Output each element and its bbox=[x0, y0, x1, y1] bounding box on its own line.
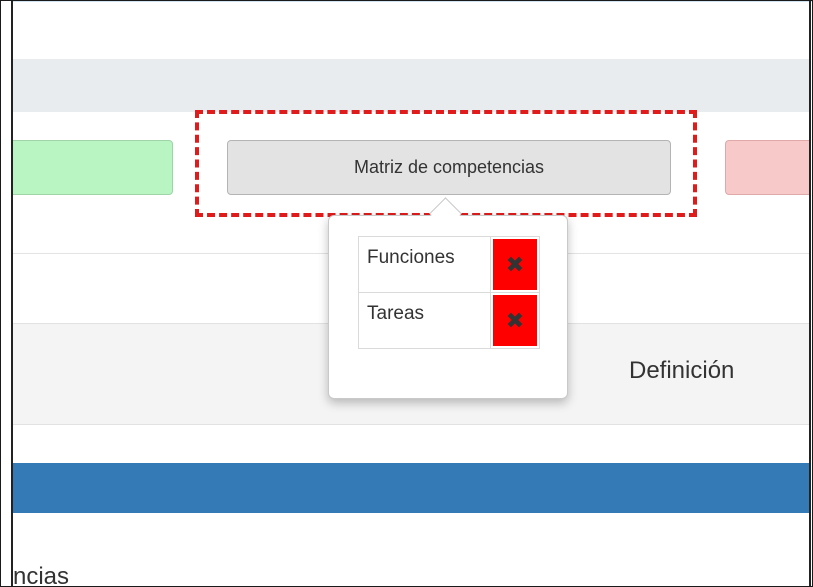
green-action-button[interactable] bbox=[13, 140, 173, 195]
delete-cell: ✖ bbox=[490, 292, 540, 349]
definicion-column-header: Definición bbox=[629, 357, 735, 384]
right-border-line bbox=[809, 1, 811, 586]
list-item: Tareas ✖ bbox=[358, 292, 540, 349]
tareas-label: Tareas bbox=[358, 292, 491, 349]
funciones-label: Funciones bbox=[358, 236, 491, 293]
left-border-line bbox=[11, 1, 13, 586]
section-bar bbox=[13, 463, 809, 513]
x-icon: ✖ bbox=[505, 307, 525, 333]
red-action-button[interactable] bbox=[725, 140, 809, 195]
top-strip bbox=[11, 1, 812, 9]
section-label: ncias bbox=[13, 563, 70, 587]
list-item: Funciones ✖ bbox=[358, 236, 540, 293]
delete-cell: ✖ bbox=[490, 236, 540, 293]
popover-list: Funciones ✖ Tareas ✖ bbox=[358, 236, 540, 349]
delete-tareas-button[interactable]: ✖ bbox=[493, 295, 537, 346]
header-band bbox=[13, 59, 809, 112]
screenshot-frame: Matriz de competencias Definición ncias … bbox=[0, 0, 813, 587]
x-icon: ✖ bbox=[505, 251, 525, 277]
delete-funciones-button[interactable]: ✖ bbox=[493, 239, 537, 290]
